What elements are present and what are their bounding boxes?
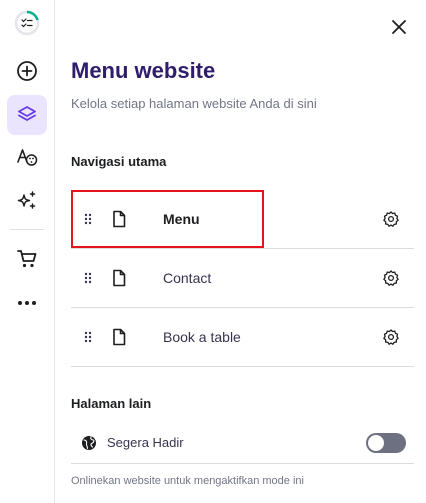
palette-icon [17,149,38,166]
other-pages-heading: Halaman lain [71,396,152,411]
nav-item-label: Menu [163,211,200,227]
left-rail [0,0,55,503]
close-icon [392,20,406,34]
rail-item-ai[interactable] [7,181,47,221]
gear-icon[interactable] [382,269,400,287]
drag-handle-icon[interactable] [83,212,93,226]
coming-soon-row: Segera Hadir [71,422,414,464]
rail-item-more[interactable] [7,283,47,323]
cart-icon [17,250,37,268]
page-icon [113,328,126,346]
footer-note: Onlinekan website untuk mengaktifkan mod… [71,475,304,487]
page-icon [113,269,126,287]
nav-item-label: Contact [163,270,212,286]
panel-title: Menu website [71,58,216,83]
website-menu-panel: Menu website Kelola setiap halaman websi… [56,0,426,503]
more-icon [18,301,36,305]
close-button[interactable] [386,14,412,40]
rail-item-checklist[interactable] [7,3,47,43]
page-icon [113,210,126,228]
nav-item-menu[interactable]: Menu [71,190,414,249]
layers-icon [18,106,36,121]
coming-soon-label: Segera Hadir [107,435,184,450]
nav-item-contact[interactable]: Contact [71,249,414,308]
gear-icon[interactable] [382,328,400,346]
panel-subtitle: Kelola setiap halaman website Anda di si… [71,96,317,111]
rail-item-styles[interactable] [7,137,47,177]
globe-icon [82,435,96,450]
sparkles-icon [17,191,36,209]
drag-handle-icon[interactable] [83,330,93,344]
plus-circle-icon [17,61,37,81]
drag-handle-icon[interactable] [83,271,93,285]
checklist-progress-icon [14,10,40,36]
toggle-knob [368,434,384,451]
coming-soon-toggle[interactable] [366,432,406,453]
rail-item-pages[interactable] [7,95,47,135]
nav-item-label: Book a table [163,329,241,345]
rail-divider [10,229,44,230]
main-nav-heading: Navigasi utama [71,154,167,169]
gear-icon[interactable] [382,210,400,228]
rail-item-store[interactable] [7,239,47,279]
nav-item-book-a-table[interactable]: Book a table [71,308,414,367]
rail-item-add[interactable] [7,51,47,91]
